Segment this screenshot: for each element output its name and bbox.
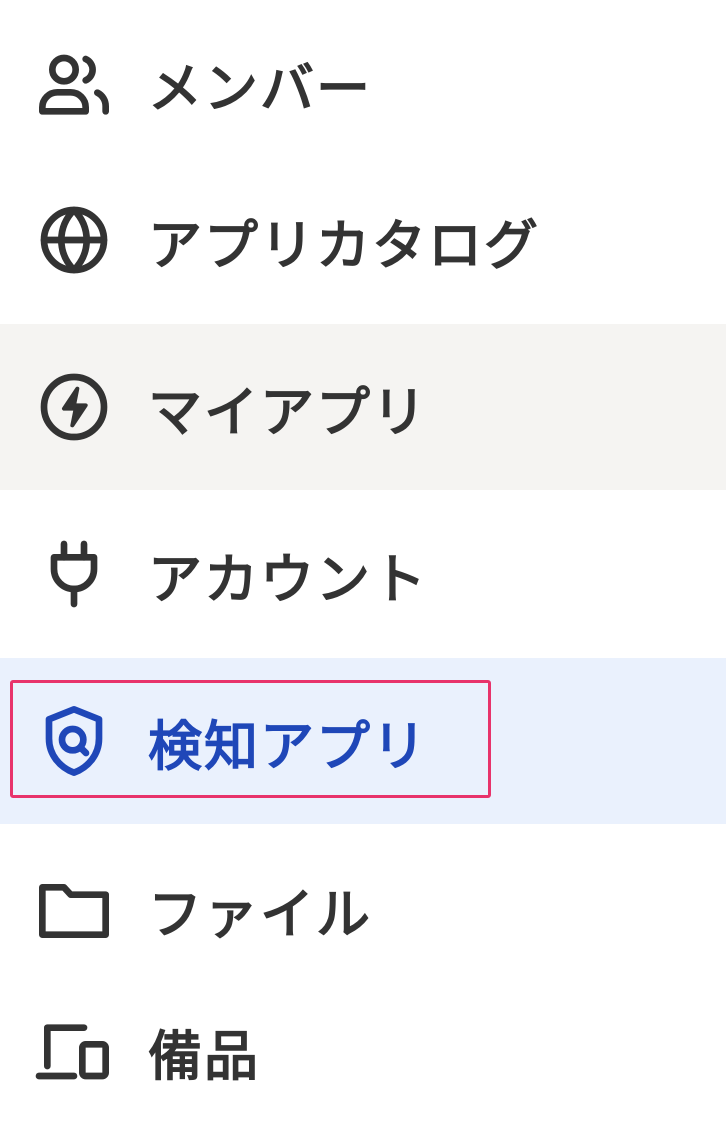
sidebar-item-label: 検知アプリ (148, 714, 428, 778)
sidebar-item-label: メンバー (148, 56, 372, 120)
sidebar-item-label: アプリカタログ (148, 213, 540, 277)
lightning-icon (34, 367, 114, 447)
sidebar-item-accounts[interactable]: アカウント (0, 491, 726, 657)
sidebar-item-members[interactable]: メンバー (0, 0, 726, 166)
plug-icon (34, 534, 114, 614)
sidebar-item-label: マイアプリ (148, 380, 428, 444)
sidebar-item-label: ファイル (148, 882, 372, 946)
sidebar-item-label: アカウント (148, 547, 428, 611)
sidebar-item-equipment[interactable]: 備品 (0, 968, 726, 1134)
sidebar-item-my-apps[interactable]: マイアプリ (0, 324, 726, 490)
members-icon (34, 43, 114, 123)
folder-icon (34, 869, 114, 949)
shield-search-icon (34, 701, 114, 781)
devices-icon (34, 1011, 114, 1091)
globe-icon (34, 200, 114, 280)
sidebar-item-label: 備品 (148, 1024, 260, 1088)
sidebar-item-app-catalog[interactable]: アプリカタログ (0, 157, 726, 323)
sidebar-item-detected-apps[interactable]: 検知アプリ (0, 658, 726, 824)
sidebar-nav: メンバー アプリカタログ マイアプリ アカウント 検知アプリ ファイル 備品 (0, 0, 726, 1134)
